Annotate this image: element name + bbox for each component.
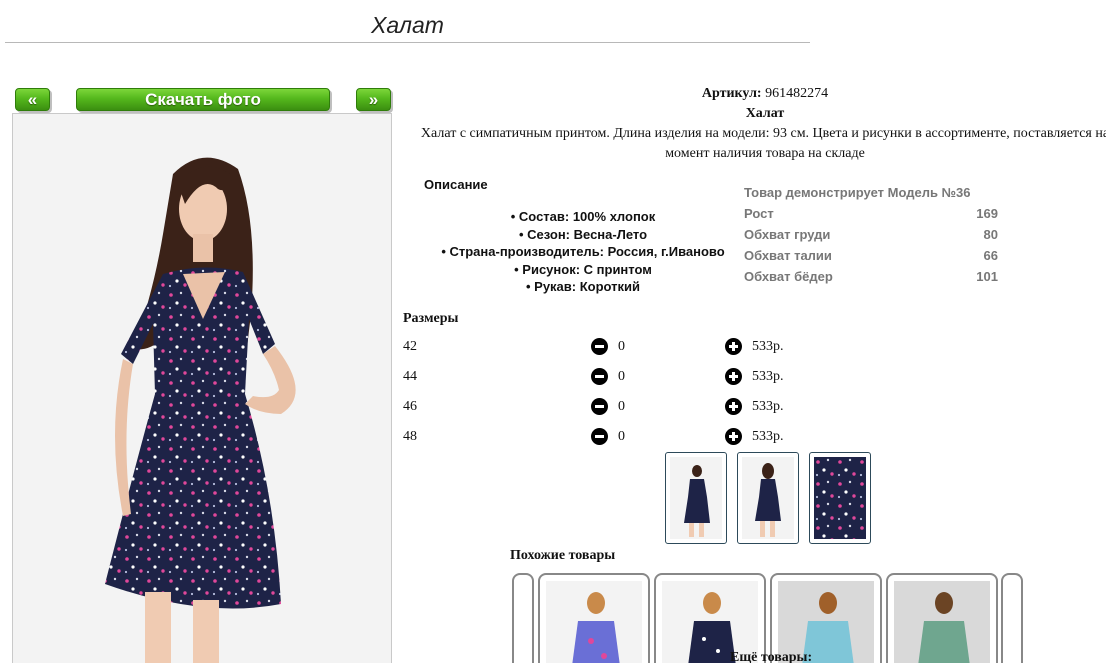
quantity-value: 0 xyxy=(618,429,625,444)
size-row: 48 0 533р. xyxy=(403,427,803,447)
photo-thumbnail[interactable] xyxy=(737,452,799,544)
feature-item: • Страна-производитель: Россия, г.Иванов… xyxy=(441,244,725,259)
quantity-value: 0 xyxy=(618,399,625,414)
plus-icon[interactable] xyxy=(725,398,742,415)
measurement-value: 66 xyxy=(983,248,998,263)
feature-item: • Рукав: Короткий xyxy=(525,279,641,294)
measurement-row: Обхват талии 66 xyxy=(744,245,998,266)
quantity-value: 0 xyxy=(618,339,625,354)
product-description: Халат с симпатичным принтом. Длина издел… xyxy=(420,126,1106,161)
main-product-photo[interactable] xyxy=(12,113,392,663)
page-title: Халат xyxy=(371,12,444,38)
size-price: 533р. xyxy=(752,369,784,384)
similar-product-card[interactable] xyxy=(886,573,998,663)
model-heading-text: Товар демонстрирует Модель №36 xyxy=(744,185,971,200)
features-list: • Состав: 100% хлопок • Сезон: Весна-Лет… xyxy=(422,208,744,296)
size-price: 533р. xyxy=(752,399,784,414)
product-info: Артикул: 961482274 Халат Халат с симпати… xyxy=(420,84,1106,164)
plus-icon[interactable] xyxy=(725,368,742,385)
thumbnail-fabric-image xyxy=(814,457,866,539)
plus-icon[interactable] xyxy=(725,428,742,445)
photo-thumbnail[interactable] xyxy=(809,452,871,544)
quantity-value: 0 xyxy=(618,369,625,384)
description-heading: Описание xyxy=(424,177,488,192)
size-label: 46 xyxy=(403,399,417,414)
photo-thumbnail[interactable] xyxy=(665,452,727,544)
measurement-row: Рост 169 xyxy=(744,203,998,224)
minus-icon[interactable] xyxy=(591,398,608,415)
feature-item: • Состав: 100% хлопок xyxy=(510,209,656,224)
download-photo-button[interactable]: Скачать фото xyxy=(76,88,330,111)
next-photo-button[interactable]: » xyxy=(356,88,391,111)
sku-label: Артикул: xyxy=(701,86,762,101)
prev-photo-button[interactable]: « xyxy=(15,88,50,111)
similar-product-card[interactable] xyxy=(538,573,650,663)
feature-item: • Рисунок: С принтом xyxy=(514,261,652,277)
size-label: 48 xyxy=(403,429,417,444)
minus-icon[interactable] xyxy=(591,428,608,445)
size-label: 44 xyxy=(403,369,417,384)
measurement-label: Обхват груди xyxy=(744,227,831,242)
sku-value: 961482274 xyxy=(765,86,829,101)
measurement-value: 80 xyxy=(983,227,998,242)
sizes-heading: Размеры xyxy=(403,311,459,326)
model-heading: Товар демонстрирует Модель №36 xyxy=(744,182,998,203)
plus-icon[interactable] xyxy=(725,338,742,355)
carousel-prev-button[interactable] xyxy=(512,573,534,663)
measurement-label: Рост xyxy=(744,206,774,221)
product-name: Халат xyxy=(745,106,785,121)
feature-item: • Сезон: Весна-Лето xyxy=(518,226,648,242)
minus-icon[interactable] xyxy=(591,338,608,355)
measurement-value: 169 xyxy=(976,206,998,221)
measurement-label: Обхват талии xyxy=(744,248,832,263)
similar-product-image xyxy=(546,581,642,663)
model-measurements: Товар демонстрирует Модель №36 Рост 169 О… xyxy=(744,182,998,287)
minus-icon[interactable] xyxy=(591,368,608,385)
thumbnail-front-image xyxy=(670,457,722,539)
size-price: 533р. xyxy=(752,429,784,444)
measurement-row: Обхват груди 80 xyxy=(744,224,998,245)
thumbnail-back-image xyxy=(742,457,794,539)
model-in-dress-image xyxy=(13,114,391,663)
size-row: 46 0 533р. xyxy=(403,397,803,417)
measurement-row: Обхват бёдер 101 xyxy=(744,266,998,287)
carousel-next-button[interactable] xyxy=(1001,573,1023,663)
size-row: 44 0 533р. xyxy=(403,367,803,387)
more-products-heading: Ещё товары: xyxy=(730,650,813,663)
similar-product-image xyxy=(894,581,990,663)
measurement-label: Обхват бёдер xyxy=(744,269,833,284)
similar-products-heading: Похожие товары xyxy=(510,548,616,563)
sku-line: Артикул: 961482274 xyxy=(420,84,1106,104)
title-divider xyxy=(5,42,810,43)
size-row: 42 0 533р. xyxy=(403,337,803,357)
measurement-value: 101 xyxy=(976,269,998,284)
size-price: 533р. xyxy=(752,339,784,354)
size-label: 42 xyxy=(403,339,417,354)
